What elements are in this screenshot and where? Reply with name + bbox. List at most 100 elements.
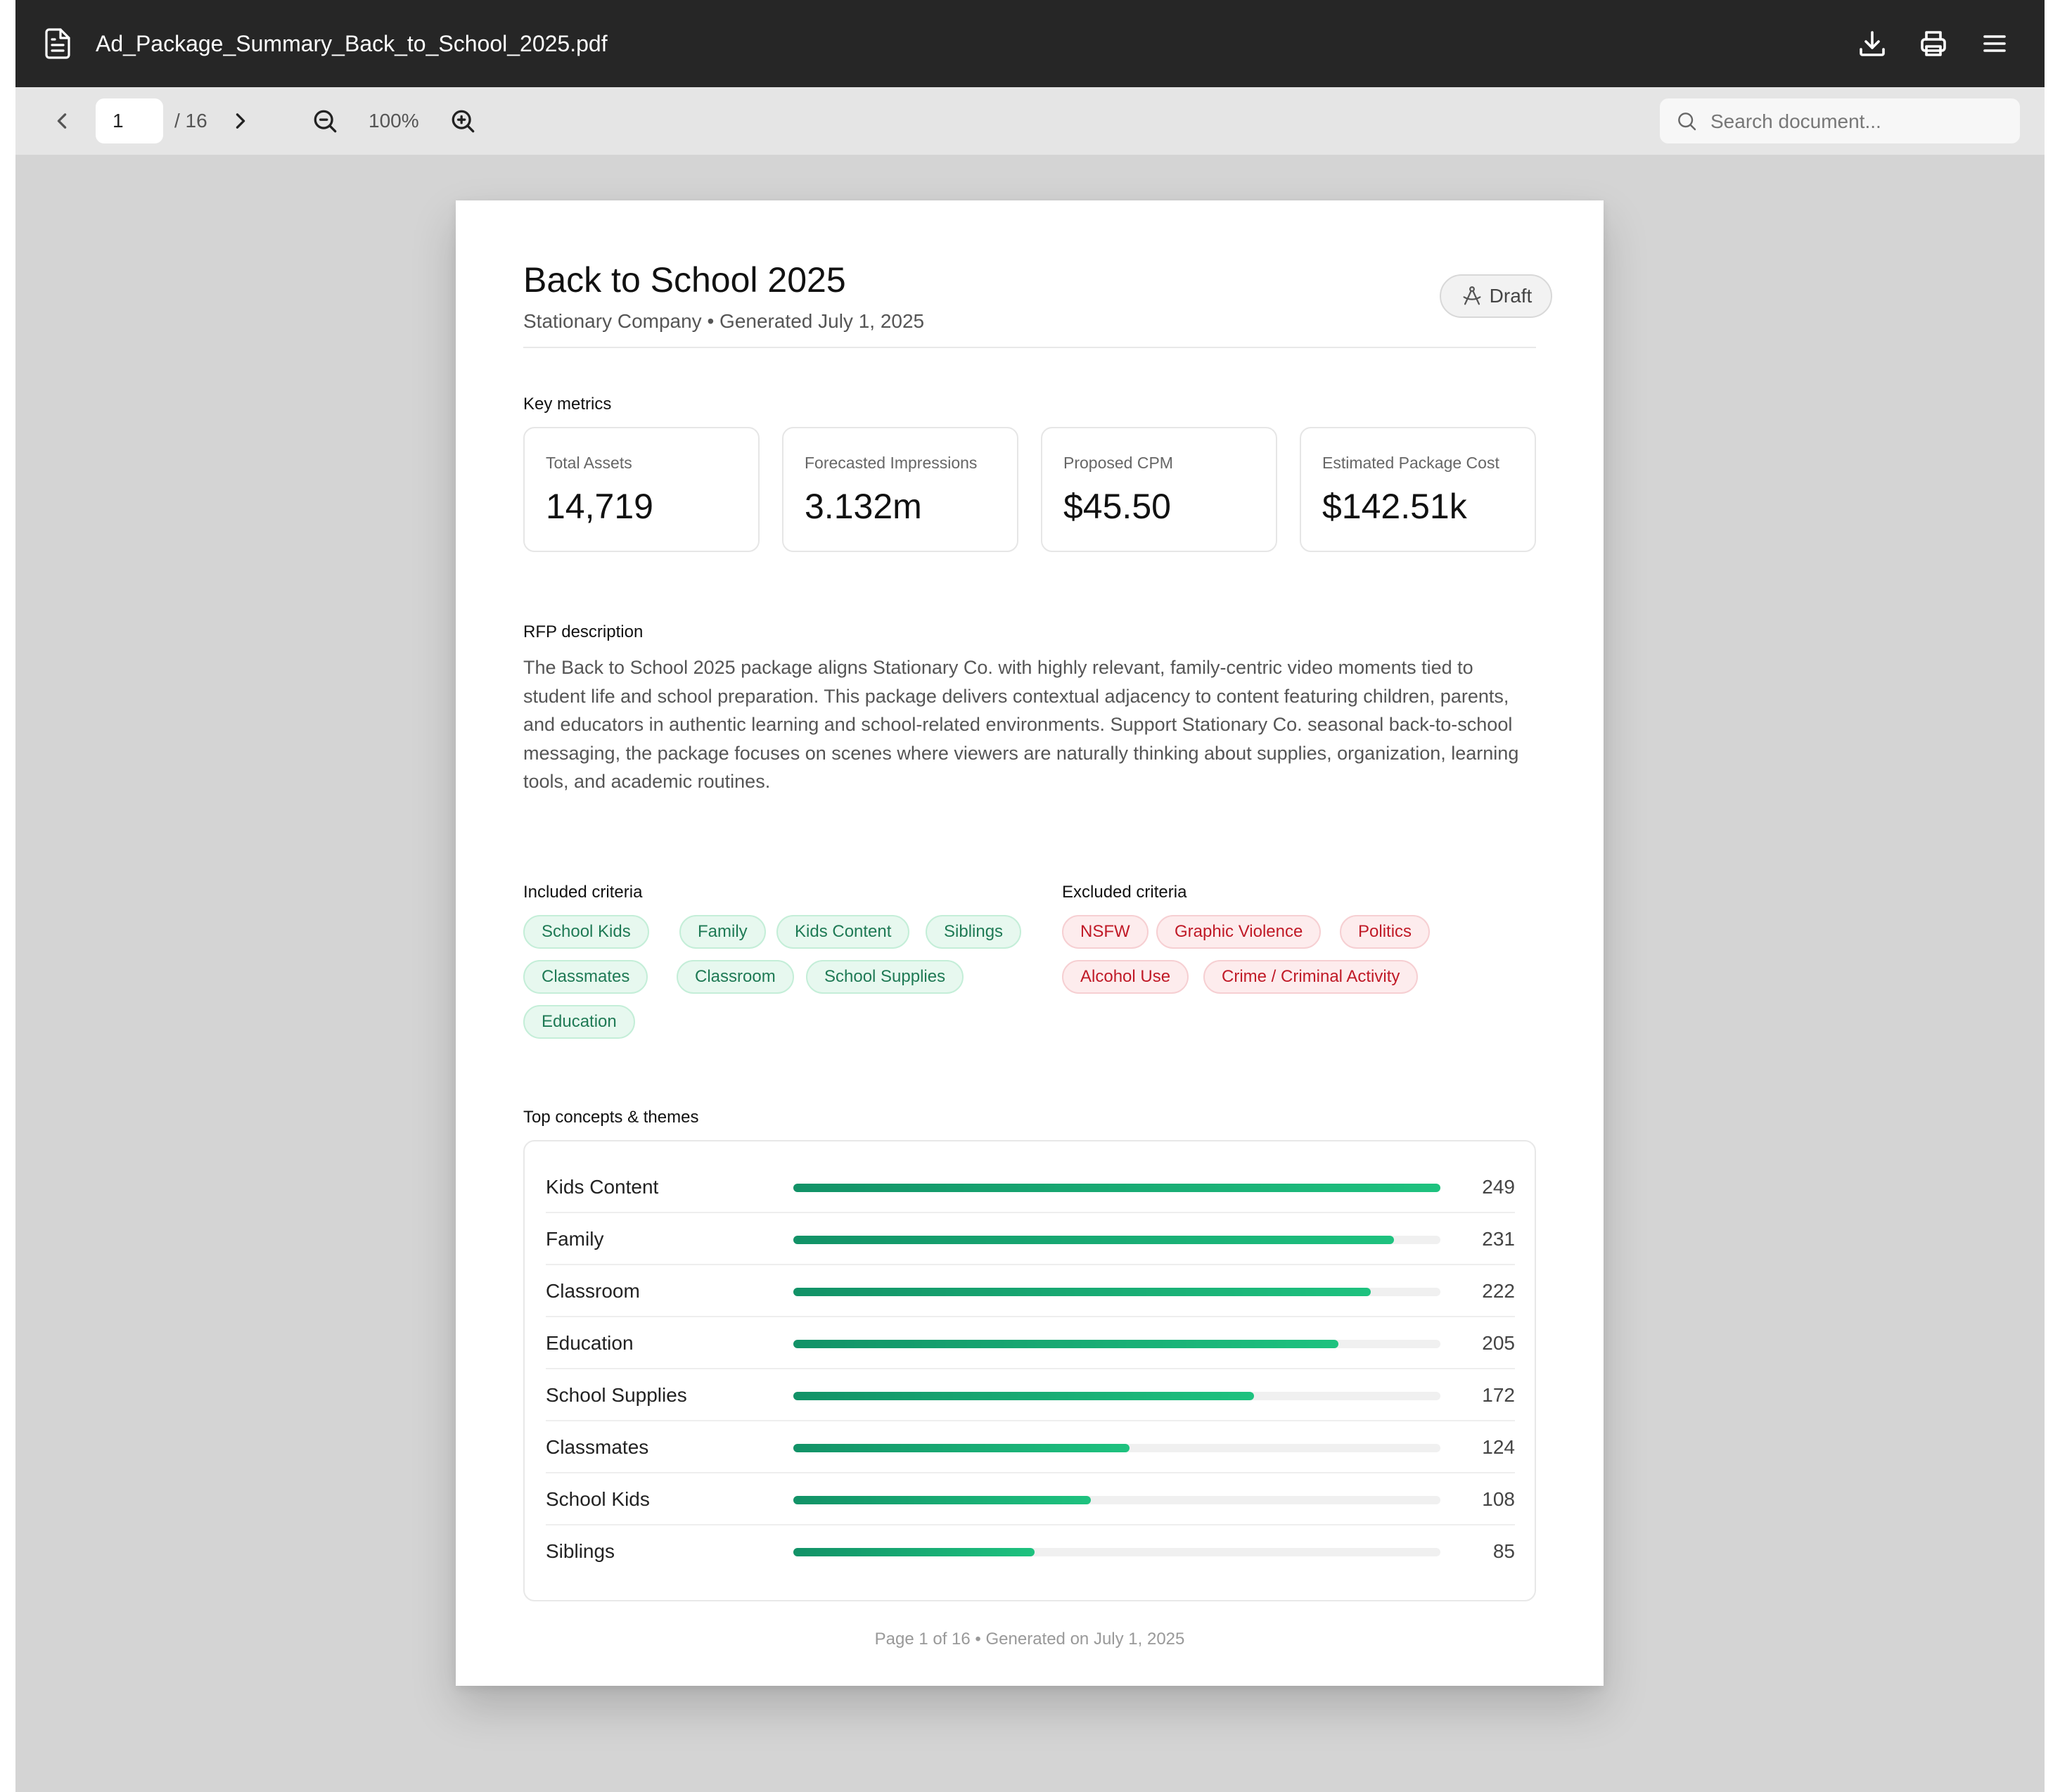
concept-bar-track (793, 1496, 1440, 1504)
zoom-level: 100% (369, 110, 419, 132)
metric-label: Estimated Package Cost (1322, 454, 1499, 472)
document-filename: Ad_Package_Summary_Back_to_School_2025.p… (96, 31, 608, 56)
row-divider (546, 1472, 1515, 1473)
concept-bar-track (793, 1392, 1440, 1400)
metric-label: Proposed CPM (1063, 454, 1173, 472)
metric-value: 14,719 (546, 487, 653, 526)
search-box (1660, 98, 2020, 145)
status-badge-label: Draft (1489, 285, 1533, 307)
file-icon (45, 28, 70, 59)
document-page: Back to School 2025 Stationary Company •… (456, 200, 1604, 1686)
excluded-criteria-chip: NSFW (1062, 915, 1149, 949)
concept-label: School Supplies (546, 1384, 687, 1406)
concept-value: 249 (1482, 1176, 1515, 1198)
rfp-description-text: The Back to School 2025 package aligns S… (523, 657, 1519, 792)
page-footer: Page 1 of 16 • Generated on July 1, 2025 (874, 1630, 1185, 1649)
metric-label: Total Assets (546, 454, 632, 472)
concept-bar-fill (793, 1288, 1371, 1296)
concept-row: School Kids 108 (546, 1472, 1515, 1525)
included-criteria-chip: Siblings (926, 915, 1022, 949)
concept-bar-fill (793, 1444, 1130, 1452)
title-bar: Ad_Package_Summary_Back_to_School_2025.p… (15, 0, 2045, 87)
included-criteria-chip: School Kids (523, 915, 649, 949)
concept-row: Classmates 124 (546, 1420, 1515, 1473)
included-criteria-chip: Classmates (523, 960, 648, 994)
concept-value: 124 (1482, 1436, 1515, 1458)
page-total: / 16 (174, 110, 207, 132)
concept-row: School Supplies 172 (546, 1368, 1515, 1421)
concept-label: Siblings (546, 1540, 615, 1562)
concept-label: Classmates (546, 1436, 649, 1458)
concept-label: Classroom (546, 1280, 640, 1302)
rfp-description-heading: RFP description (523, 622, 644, 641)
document-subtitle: Stationary Company • Generated July 1, 2… (523, 310, 925, 332)
concept-bar-track (793, 1444, 1440, 1452)
concept-bar-fill (793, 1392, 1255, 1400)
concept-bar-track (793, 1288, 1440, 1296)
concept-value: 222 (1482, 1280, 1515, 1302)
search-input[interactable] (1709, 98, 2007, 145)
metric-card-total-assets: Total Assets 14,719 (523, 427, 760, 552)
drafting-compass-icon (1463, 286, 1481, 305)
included-criteria-chip: Education (523, 1005, 635, 1039)
concept-value: 231 (1482, 1228, 1515, 1250)
metric-card-forecasted-impressions: Forecasted Impressions 3.132m (782, 427, 1018, 552)
metric-value: 3.132m (805, 487, 922, 526)
concept-bar-fill (793, 1236, 1394, 1244)
concept-row: Kids Content 249 (546, 1161, 1515, 1213)
excluded-criteria-chip: Alcohol Use (1062, 960, 1189, 994)
concept-bar-track (793, 1340, 1440, 1348)
included-criteria-chip: Classroom (677, 960, 794, 994)
included-criteria-chip: School Supplies (806, 960, 964, 994)
row-divider (546, 1524, 1515, 1525)
metric-label: Forecasted Impressions (805, 454, 978, 472)
metric-card-proposed-cpm: Proposed CPM $45.50 (1041, 427, 1277, 552)
concept-bar-fill (793, 1184, 1440, 1192)
included-criteria-chip: Kids Content (776, 915, 910, 949)
header-divider (523, 347, 1536, 348)
concept-label: School Kids (546, 1488, 650, 1510)
search-icon (1678, 113, 1696, 131)
concept-value: 108 (1482, 1488, 1515, 1510)
status-badge: Draft (1440, 274, 1552, 318)
top-concepts-heading: Top concepts & themes (523, 1108, 699, 1127)
key-metrics-heading: Key metrics (523, 395, 612, 414)
concept-value: 85 (1492, 1540, 1515, 1562)
row-divider (546, 1212, 1515, 1213)
download-icon[interactable] (1855, 27, 1889, 60)
concept-label: Education (546, 1332, 634, 1354)
document-title: Back to School 2025 (523, 260, 846, 300)
excluded-criteria-chip: Graphic Violence (1156, 915, 1322, 949)
excluded-criteria-chip: Crime / Criminal Activity (1203, 960, 1419, 994)
concept-value: 172 (1482, 1384, 1515, 1406)
concept-row: Family 231 (546, 1212, 1515, 1265)
zoom-in-icon[interactable] (447, 105, 478, 136)
concept-label: Kids Content (546, 1176, 659, 1198)
page-number-input[interactable] (96, 98, 163, 143)
next-page-icon[interactable] (225, 105, 256, 136)
row-divider (546, 1420, 1515, 1421)
concept-bar-fill (793, 1496, 1092, 1504)
concept-bar-fill (793, 1340, 1338, 1348)
concept-bar-fill (793, 1548, 1035, 1556)
zoom-out-icon[interactable] (309, 105, 340, 136)
metric-value: $45.50 (1063, 487, 1171, 526)
row-divider (546, 1316, 1515, 1317)
concept-value: 205 (1482, 1332, 1515, 1354)
excluded-criteria-heading: Excluded criteria (1062, 883, 1187, 902)
concept-bar-track (793, 1236, 1440, 1244)
concept-bar-track (793, 1548, 1440, 1556)
row-divider (546, 1368, 1515, 1369)
previous-page-icon[interactable] (46, 105, 77, 136)
print-icon[interactable] (1917, 27, 1950, 60)
included-criteria-chip: Family (679, 915, 766, 949)
pdf-viewer-window: Ad_Package_Summary_Back_to_School_2025.p… (15, 0, 2045, 1792)
concept-row: Classroom 222 (546, 1264, 1515, 1317)
metric-card-estimated-package-cost: Estimated Package Cost $142.51k (1300, 427, 1536, 552)
included-criteria-heading: Included criteria (523, 883, 643, 902)
metric-value: $142.51k (1322, 487, 1467, 526)
toolbar: / 16 100% (15, 87, 2045, 155)
concept-bar-track (793, 1184, 1440, 1192)
menu-icon[interactable] (1978, 27, 2011, 60)
concept-row: Siblings 85 (546, 1524, 1515, 1577)
